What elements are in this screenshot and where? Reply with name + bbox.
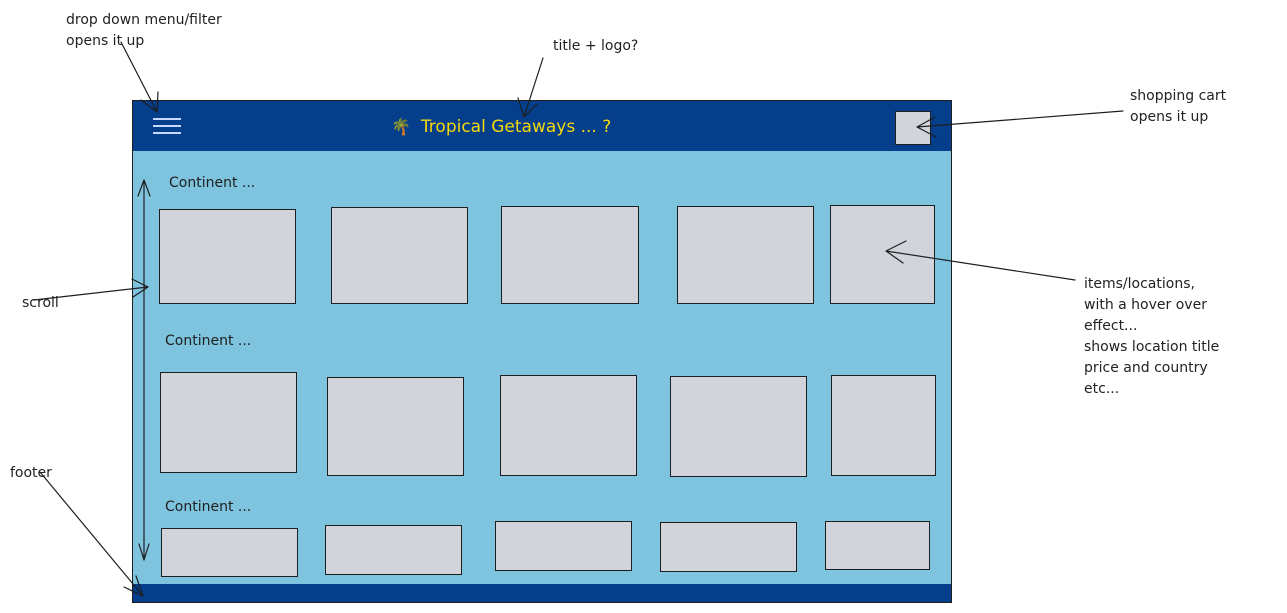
location-card[interactable]	[831, 375, 936, 476]
location-card[interactable]	[160, 372, 297, 473]
footer-arrow	[39, 471, 144, 597]
scroll-annotation: scroll	[22, 295, 59, 311]
header-bar: 🌴 Tropical Getaways ... ?	[133, 101, 951, 151]
shopping-cart-button[interactable]	[895, 111, 931, 145]
hamburger-menu-icon[interactable]	[153, 116, 181, 136]
continent-heading-2: Continent ...	[165, 333, 252, 349]
footer-annotation: footer	[10, 465, 52, 481]
location-card[interactable]	[660, 522, 797, 572]
dropdown-annotation: drop down menu/filter opens it up	[66, 12, 222, 49]
location-card[interactable]	[825, 521, 930, 570]
footer-bar	[133, 584, 951, 602]
location-card[interactable]	[327, 377, 464, 476]
palm-tree-icon: 🌴	[391, 117, 411, 136]
app-title-text: Tropical Getaways ... ?	[420, 117, 612, 137]
title-annotation: title + logo?	[553, 38, 639, 54]
continent-heading-3: Continent ...	[165, 499, 252, 515]
location-card[interactable]	[500, 375, 637, 476]
app-title: 🌴 Tropical Getaways ... ?	[391, 115, 611, 139]
location-card[interactable]	[159, 209, 296, 304]
location-card[interactable]	[331, 207, 468, 304]
location-card[interactable]	[325, 525, 462, 575]
location-card[interactable]	[670, 376, 807, 477]
location-card[interactable]	[677, 206, 814, 304]
items-annotation: items/locations, with a hover over effec…	[1084, 276, 1220, 397]
app-wireframe: 🌴 Tropical Getaways ... ? Continent ... C…	[132, 100, 952, 603]
location-card[interactable]	[161, 528, 298, 577]
cart-annotation: shopping cart opens it up	[1130, 88, 1227, 125]
location-card[interactable]	[501, 206, 639, 304]
location-card[interactable]	[495, 521, 632, 571]
continent-heading-1: Continent ...	[169, 175, 256, 191]
location-card[interactable]	[830, 205, 935, 304]
